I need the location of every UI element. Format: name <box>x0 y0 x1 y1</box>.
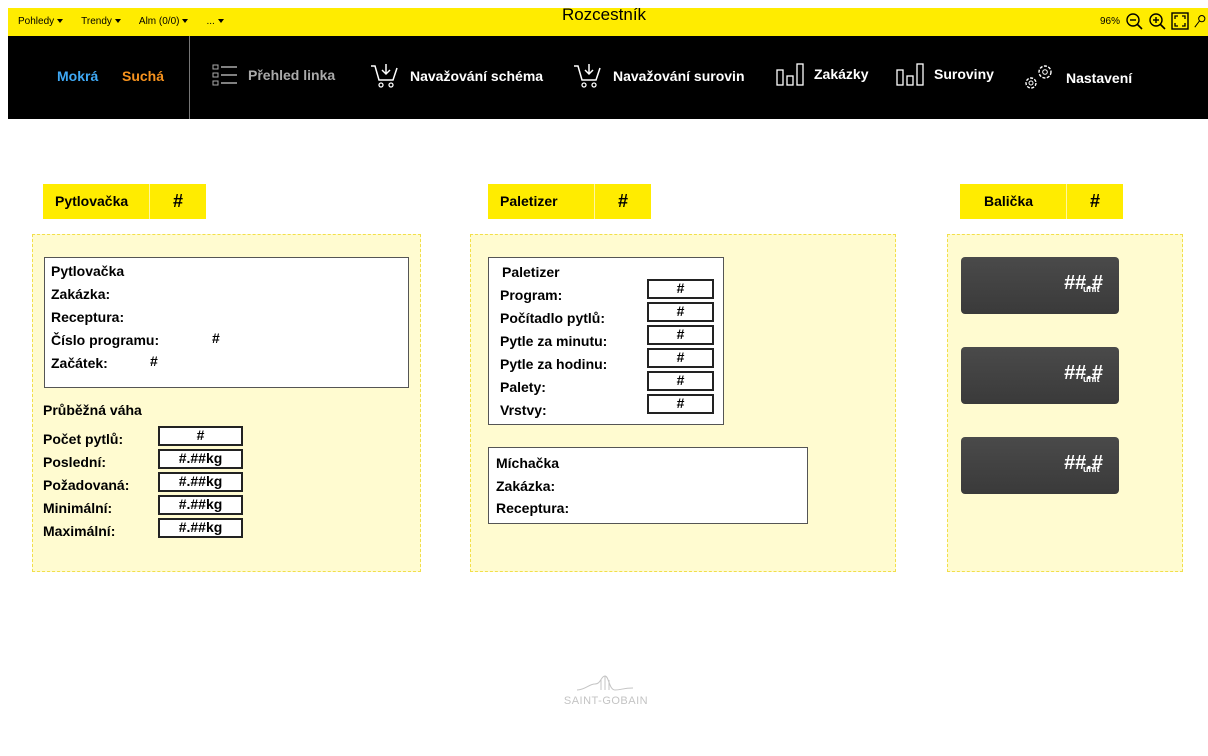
info-label: Pytle za minutu: <box>500 333 608 349</box>
value-display: ##.# unit <box>961 437 1119 494</box>
bar-chart-icon <box>776 63 804 86</box>
scale-value: #.##kg <box>158 495 243 515</box>
info-value: # <box>647 325 714 345</box>
nav-navazovani-surovin[interactable]: Navažování surovin <box>573 62 745 90</box>
app-title: Rozcestník <box>561 5 647 24</box>
paletizer-info-box: Paletizer Program: # Počítadlo pytlů: # … <box>488 257 724 425</box>
info-title: Paletizer <box>502 264 560 280</box>
info-label: Začátek: <box>51 355 108 371</box>
bar-chart-icon <box>896 63 924 86</box>
scale-title: Průběžná váha <box>43 402 142 418</box>
info-value: # <box>212 330 220 346</box>
michacka-box: Míchačka Zakázka: Receptura: <box>488 447 808 524</box>
tab-value: # <box>617 191 628 211</box>
info-label: Vrstvy: <box>500 402 547 418</box>
scale-value: #.##kg <box>158 472 243 492</box>
info-label: Zakázka: <box>51 286 111 302</box>
logo-text: SAINT-GOBAIN <box>563 695 649 707</box>
display-unit: unit <box>1083 374 1100 384</box>
cart-icon <box>574 64 601 88</box>
display-value: ##.# <box>1064 272 1103 294</box>
value-display: ##.# unit <box>961 257 1119 314</box>
info-label: Receptura: <box>51 309 125 325</box>
scale-label: Požadovaná: <box>43 477 130 493</box>
mixer-title: Míchačka <box>496 455 560 471</box>
nav-prehled-linka[interactable]: Přehled linka <box>212 62 335 88</box>
panel-pytlovacka: Pytlovačka Zakázka: Receptura: Číslo pro… <box>32 234 421 572</box>
scale-value: #.##kg <box>158 518 243 538</box>
tab-label: Balička <box>960 184 1067 219</box>
tab-balicka[interactable]: Balička # <box>960 184 1123 219</box>
info-label: Palety: <box>500 379 546 395</box>
panel-balicka: ##.# unit ##.# unit ##.# unit <box>947 234 1183 572</box>
nav-suroviny[interactable]: Suroviny <box>896 62 994 86</box>
mode-mokra[interactable]: Mokrá <box>57 68 98 84</box>
info-title: Pytlovačka <box>51 263 125 279</box>
info-label: Pytle za hodinu: <box>500 356 608 372</box>
saint-gobain-logo: SAINT-GOBAIN <box>556 672 656 707</box>
value-display: ##.# unit <box>961 347 1119 404</box>
cart-icon <box>371 64 398 88</box>
display-unit: unit <box>1083 284 1100 294</box>
info-value: # <box>647 348 714 368</box>
info-value: # <box>647 279 714 299</box>
display-unit: unit <box>1083 464 1100 474</box>
scale-value: # <box>158 426 243 446</box>
tab-value: # <box>172 191 183 211</box>
mixer-label: Receptura: <box>496 500 570 516</box>
panel-paletizer: Paletizer Program: # Počítadlo pytlů: # … <box>470 234 896 572</box>
tab-value: # <box>1089 191 1100 211</box>
info-label: Program: <box>500 287 563 303</box>
scale-value: #.##kg <box>158 449 243 469</box>
scale-label: Maximální: <box>43 523 116 539</box>
nav-nastaveni[interactable]: Nastavení <box>1020 62 1132 94</box>
tab-label: Pytlovačka <box>43 184 150 219</box>
scale-label: Minimální: <box>43 500 113 516</box>
pytlovacka-info-box: Pytlovačka Zakázka: Receptura: Číslo pro… <box>44 257 409 388</box>
info-value: # <box>647 394 714 414</box>
mixer-label: Zakázka: <box>496 478 556 494</box>
info-value: # <box>647 371 714 391</box>
display-value: ##.# <box>1064 362 1103 384</box>
scale-label: Poslední: <box>43 454 107 470</box>
info-value: # <box>647 302 714 322</box>
info-label: Počítadlo pytlů: <box>500 310 605 326</box>
info-value: # <box>150 353 158 369</box>
mode-sucha[interactable]: Suchá <box>122 68 164 84</box>
city-skyline-icon <box>576 675 634 691</box>
tab-label: Paletizer <box>488 184 595 219</box>
scale-label: Počet pytlů: <box>43 431 124 447</box>
info-label: Číslo programu: <box>51 332 160 348</box>
nav-zakazky[interactable]: Zakázky <box>776 62 868 86</box>
list-icon <box>212 64 237 86</box>
display-value: ##.# <box>1064 452 1103 474</box>
nav-bar: Mokrá Suchá Přehled linka Navažování sch… <box>8 36 1208 119</box>
gears-icon <box>1025 65 1052 89</box>
nav-navazovani-schema[interactable]: Navažování schéma <box>370 62 543 90</box>
nav-divider <box>189 36 190 119</box>
tab-pytlovacka[interactable]: Pytlovačka # <box>43 184 206 219</box>
tab-paletizer[interactable]: Paletizer # <box>488 184 651 219</box>
